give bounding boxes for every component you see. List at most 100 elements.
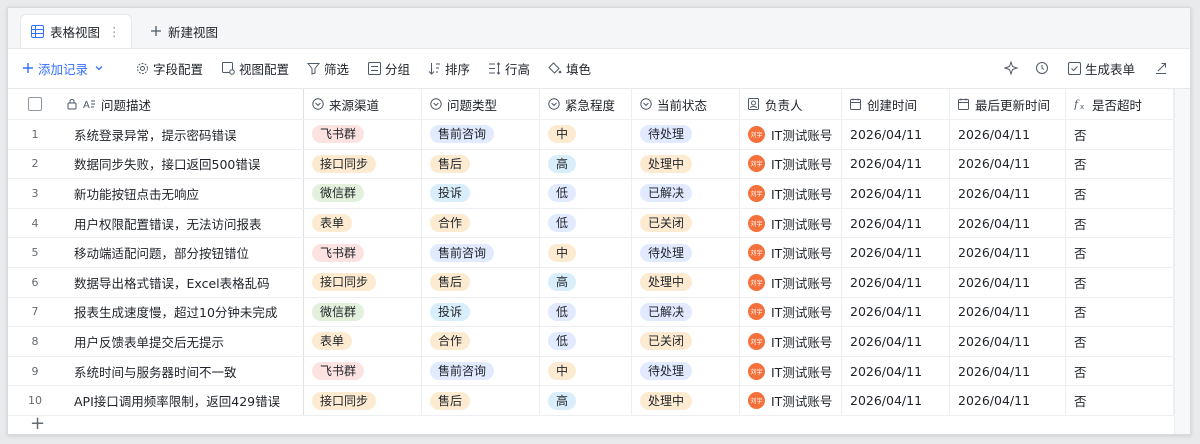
table-row[interactable]: 6 数据导出格式错误，Excel表格乱码 接口同步 售后 高 处理中 刘宇 IT测试账号 202… (8, 267, 1174, 298)
select-all-cell[interactable] (8, 89, 62, 119)
updated-time-cell[interactable]: 2026/04/11 (950, 327, 1066, 356)
owner-cell[interactable]: 刘宇 IT测试账号 (740, 208, 842, 238)
timeout-cell[interactable]: 否 (1066, 120, 1174, 149)
urgency-cell[interactable]: 低 (540, 179, 632, 208)
add-record-button[interactable]: 添加记录 (22, 48, 104, 88)
row-number-cell[interactable]: 1 (8, 120, 62, 149)
owner-cell[interactable]: 刘宇 IT测试账号 (740, 238, 842, 267)
status-cell[interactable]: 已解决 (632, 179, 740, 208)
urgency-cell[interactable]: 低 (540, 327, 632, 356)
table-row[interactable]: 9 系统时间与服务器时间不一致 飞书群 售前咨询 中 待处理 刘宇 IT测试账号 2026/04… (8, 356, 1174, 387)
column-header-owner[interactable]: 负责人 (740, 89, 842, 119)
type-cell[interactable]: 投诉 (422, 179, 540, 208)
owner-cell[interactable]: 刘宇 IT测试账号 (740, 356, 842, 386)
owner-cell[interactable]: 刘宇 IT测试账号 (740, 149, 842, 179)
timeout-cell[interactable]: 否 (1066, 297, 1174, 327)
row-number-cell[interactable]: 6 (8, 268, 62, 297)
type-cell[interactable]: 售后 (422, 149, 540, 179)
select-all-checkbox[interactable] (28, 97, 42, 111)
created-time-cell[interactable]: 2026/04/11 (842, 208, 950, 238)
updated-time-cell[interactable]: 2026/04/11 (950, 120, 1066, 149)
type-cell[interactable]: 售前咨询 (422, 120, 540, 149)
created-time-cell[interactable]: 2026/04/11 (842, 120, 950, 149)
row-number-cell[interactable]: 5 (8, 238, 62, 267)
created-time-cell[interactable]: 2026/04/11 (842, 297, 950, 327)
timeout-cell[interactable]: 否 (1066, 208, 1174, 238)
urgency-cell[interactable]: 高 (540, 149, 632, 179)
timeout-cell[interactable]: 否 (1066, 238, 1174, 267)
description-cell[interactable]: 系统时间与服务器时间不一致 (62, 356, 304, 386)
status-cell[interactable]: 已关闭 (632, 327, 740, 356)
created-time-cell[interactable]: 2026/04/11 (842, 238, 950, 267)
updated-time-cell[interactable]: 2026/04/11 (950, 149, 1066, 179)
type-cell[interactable]: 售后 (422, 267, 540, 297)
column-header-status[interactable]: 当前状态 (632, 89, 740, 119)
table-row[interactable]: 7 报表生成速度慢，超过10分钟未完成 微信群 投诉 低 已解决 刘宇 IT测试账号 2026/… (8, 297, 1174, 328)
history-button[interactable] (1035, 48, 1053, 88)
owner-cell[interactable]: 刘宇 IT测试账号 (740, 179, 842, 208)
group-button[interactable]: 分组 (368, 48, 410, 88)
description-cell[interactable]: 报表生成速度慢，超过10分钟未完成 (62, 297, 304, 327)
column-header-description[interactable]: A 问题描述 (62, 89, 304, 119)
source-cell[interactable]: 飞书群 (304, 120, 422, 149)
status-cell[interactable]: 待处理 (632, 120, 740, 149)
table-row[interactable]: 8 用户反馈表单提交后无提示 表单 合作 低 已关闭 刘宇 IT测试账号 2026/04/11 2… (8, 327, 1174, 357)
urgency-cell[interactable]: 低 (540, 297, 632, 327)
urgency-cell[interactable]: 高 (540, 267, 632, 297)
column-header-created[interactable]: 创建时间 (842, 89, 950, 119)
owner-cell[interactable]: 刘宇 IT测试账号 (740, 297, 842, 327)
fill-color-button[interactable]: 填色 (548, 48, 591, 88)
column-header-type[interactable]: 问题类型 (422, 89, 540, 119)
row-number-cell[interactable]: 7 (8, 298, 62, 327)
row-number-cell[interactable]: 9 (8, 357, 62, 386)
row-number-cell[interactable]: 3 (8, 179, 62, 208)
status-cell[interactable]: 已解决 (632, 297, 740, 327)
column-header-updated[interactable]: 最后更新时间 (950, 89, 1066, 119)
updated-time-cell[interactable]: 2026/04/11 (950, 297, 1066, 327)
table-row[interactable]: 3 新功能按钮点击无响应 微信群 投诉 低 已解决 刘宇 IT测试账号 2026/04/11 20… (8, 179, 1174, 209)
column-header-source[interactable]: 来源渠道 (304, 89, 422, 119)
urgency-cell[interactable]: 中 (540, 356, 632, 386)
description-cell[interactable]: 系统登录异常，提示密码错误 (62, 120, 304, 149)
created-time-cell[interactable]: 2026/04/11 (842, 327, 950, 356)
owner-cell[interactable]: 刘宇 IT测试账号 (740, 267, 842, 297)
timeout-cell[interactable]: 否 (1066, 327, 1174, 356)
urgency-cell[interactable]: 中 (540, 120, 632, 149)
updated-time-cell[interactable]: 2026/04/11 (950, 208, 1066, 238)
table-row[interactable]: 4 用户权限配置错误，无法访问报表 表单 合作 低 已关闭 刘宇 IT测试账号 2026/04/… (8, 208, 1174, 239)
type-cell[interactable]: 售前咨询 (422, 238, 540, 267)
table-row[interactable]: 5 移动端适配问题，部分按钮错位 飞书群 售前咨询 中 待处理 刘宇 IT测试账号 2026/0… (8, 238, 1174, 268)
source-cell[interactable]: 微信群 (304, 179, 422, 208)
field-config-button[interactable]: 字段配置 (136, 48, 203, 88)
status-cell[interactable]: 处理中 (632, 149, 740, 179)
type-cell[interactable]: 合作 (422, 208, 540, 238)
updated-time-cell[interactable]: 2026/04/11 (950, 267, 1066, 297)
description-cell[interactable]: 数据导出格式错误，Excel表格乱码 (62, 267, 304, 297)
table-row[interactable]: 1 系统登录异常，提示密码错误 飞书群 售前咨询 中 待处理 刘宇 IT测试账号 2026/04… (8, 120, 1174, 150)
row-height-button[interactable]: 行高 (488, 48, 530, 88)
urgency-cell[interactable]: 中 (540, 238, 632, 267)
created-time-cell[interactable]: 2026/04/11 (842, 179, 950, 208)
row-number-cell[interactable]: 4 (8, 209, 62, 238)
source-cell[interactable]: 接口同步 (304, 267, 422, 297)
urgency-cell[interactable]: 低 (540, 208, 632, 238)
updated-time-cell[interactable]: 2026/04/11 (950, 238, 1066, 267)
generate-form-button[interactable]: 生成表单 (1068, 48, 1135, 88)
description-cell[interactable]: 用户权限配置错误，无法访问报表 (62, 208, 304, 238)
type-cell[interactable]: 售前咨询 (422, 356, 540, 386)
created-time-cell[interactable]: 2026/04/11 (842, 356, 950, 386)
description-cell[interactable]: 用户反馈表单提交后无提示 (62, 327, 304, 356)
type-cell[interactable]: 投诉 (422, 297, 540, 327)
timeout-cell[interactable]: 否 (1066, 356, 1174, 386)
source-cell[interactable]: 接口同步 (304, 149, 422, 179)
timeout-cell[interactable]: 否 (1066, 267, 1174, 297)
row-number-cell[interactable]: 2 (8, 150, 62, 179)
add-row-button[interactable]: + (8, 410, 1174, 434)
source-cell[interactable]: 飞书群 (304, 356, 422, 386)
source-cell[interactable]: 飞书群 (304, 238, 422, 267)
tab-table-view[interactable]: 表格视图 ⋮ (20, 14, 132, 48)
created-time-cell[interactable]: 2026/04/11 (842, 267, 950, 297)
view-config-button[interactable]: 视图配置 (222, 48, 289, 88)
row-number-cell[interactable]: 8 (8, 327, 62, 356)
sort-button[interactable]: 排序 (428, 48, 470, 88)
